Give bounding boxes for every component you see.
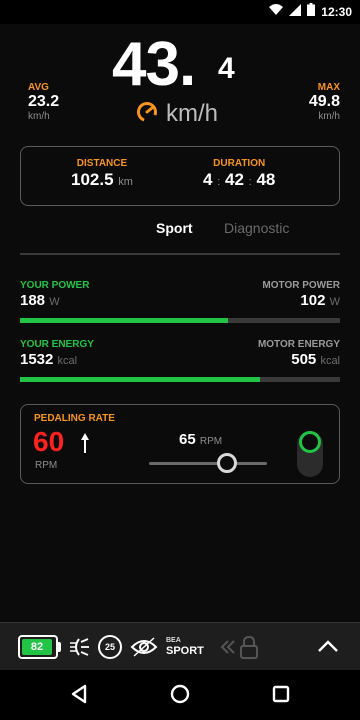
your-energy-unit: kcal: [57, 355, 78, 367]
avg-unit: km/h: [28, 111, 50, 122]
motor-power-unit: W: [329, 296, 340, 308]
distance-block: DISTANCE 102.5 km: [71, 158, 133, 193]
speed-value: 43.: [112, 30, 196, 99]
app-screen: 12:30 43. 4 km/h AVG 23.2 km/h MAX 49.8 …: [0, 0, 360, 720]
energy-bar: [20, 377, 340, 382]
motor-power-label: MOTOR POWER: [262, 280, 340, 291]
signal-icon: [289, 3, 302, 21]
distance-value: 102.5: [71, 170, 114, 189]
cadence-unit: RPM: [35, 460, 58, 471]
light-beam-icon[interactable]: [68, 635, 90, 664]
avg-label: AVG: [28, 82, 49, 93]
cadence-slider[interactable]: [149, 462, 267, 465]
battery-tip: [58, 642, 61, 652]
motor-energy-value: 505: [291, 351, 317, 368]
battery-icon: [307, 3, 316, 21]
pedaling-label: PEDALING RATE: [34, 413, 115, 424]
motor-energy-label: MOTOR ENERGY: [257, 339, 340, 350]
power-bar: [20, 318, 340, 323]
battery-level: 82: [18, 635, 58, 659]
chevron-left-double-icon: [220, 635, 236, 664]
speed-decimal: 4: [218, 52, 235, 85]
max-unit: km/h: [318, 111, 340, 122]
speedometer-icon: [136, 101, 158, 128]
energy-bar-fill: [20, 377, 260, 382]
duration-minutes: 42: [225, 170, 244, 189]
cadence-slider-handle[interactable]: [217, 453, 237, 473]
avg-value: 23.2: [28, 93, 60, 110]
wifi-icon: [269, 3, 284, 21]
pedaling-card: PEDALING RATE 60 RPM 65 RPM: [20, 404, 340, 484]
tab-divider: [20, 253, 340, 255]
your-power-unit: W: [49, 296, 60, 308]
target-rpm-value: 65: [179, 431, 196, 448]
tab-sport[interactable]: Sport: [156, 220, 193, 236]
chevron-up-icon[interactable]: [316, 635, 340, 664]
assist-bar: 82 25 BEA SPORT: [0, 622, 360, 670]
duration-seconds: 48: [256, 170, 276, 189]
cadence-toggle[interactable]: [297, 431, 323, 477]
max-label: MAX: [317, 82, 340, 93]
motor-power-value: 102: [300, 292, 326, 309]
back-icon[interactable]: [70, 684, 88, 709]
speed-unit-row: km/h: [136, 100, 218, 128]
eye-icon[interactable]: [130, 635, 158, 664]
target-rpm-unit: RPM: [199, 436, 223, 447]
tab-diagnostic[interactable]: Diagnostic: [224, 220, 289, 236]
distance-unit: km: [118, 176, 133, 188]
arrow-up-icon: [81, 433, 89, 458]
speed-unit: km/h: [166, 100, 219, 127]
avg-speed: AVG 23.2 km/h: [28, 82, 59, 122]
tab-bar: Sport Diagnostic: [20, 218, 340, 258]
trip-card: DISTANCE 102.5 km DURATION 4 : 42 : 48: [20, 146, 340, 206]
your-energy-label: YOUR ENERGY: [20, 339, 94, 350]
max-value: 49.8: [308, 93, 340, 110]
your-power-value: 188: [20, 292, 46, 309]
home-icon[interactable]: [170, 684, 190, 709]
duration-hours: 4: [203, 170, 213, 189]
distance-label: DISTANCE: [76, 158, 128, 169]
toggle-knob: [299, 431, 321, 453]
system-nav-bar: [0, 670, 360, 720]
your-power-label: YOUR POWER: [20, 280, 90, 291]
max-speed: MAX 49.8 km/h: [309, 82, 340, 122]
motor-energy-unit: kcal: [320, 355, 340, 367]
duration-label: DURATION: [213, 158, 266, 169]
battery-value: 82: [22, 639, 52, 655]
lock-icon[interactable]: [238, 635, 260, 664]
assist-mode[interactable]: BEA SPORT: [166, 636, 204, 657]
duration-block: DURATION 4 : 42 : 48: [203, 158, 276, 189]
assist-mode-label: SPORT: [166, 645, 204, 657]
recents-icon[interactable]: [272, 685, 290, 708]
status-bar: 12:30: [0, 0, 360, 24]
status-time: 12:30: [321, 5, 352, 19]
cadence-value: 60: [33, 426, 65, 457]
power-bar-fill: [20, 318, 228, 323]
speed-limit-icon[interactable]: 25: [98, 635, 122, 659]
your-energy-value: 1532: [20, 351, 54, 368]
